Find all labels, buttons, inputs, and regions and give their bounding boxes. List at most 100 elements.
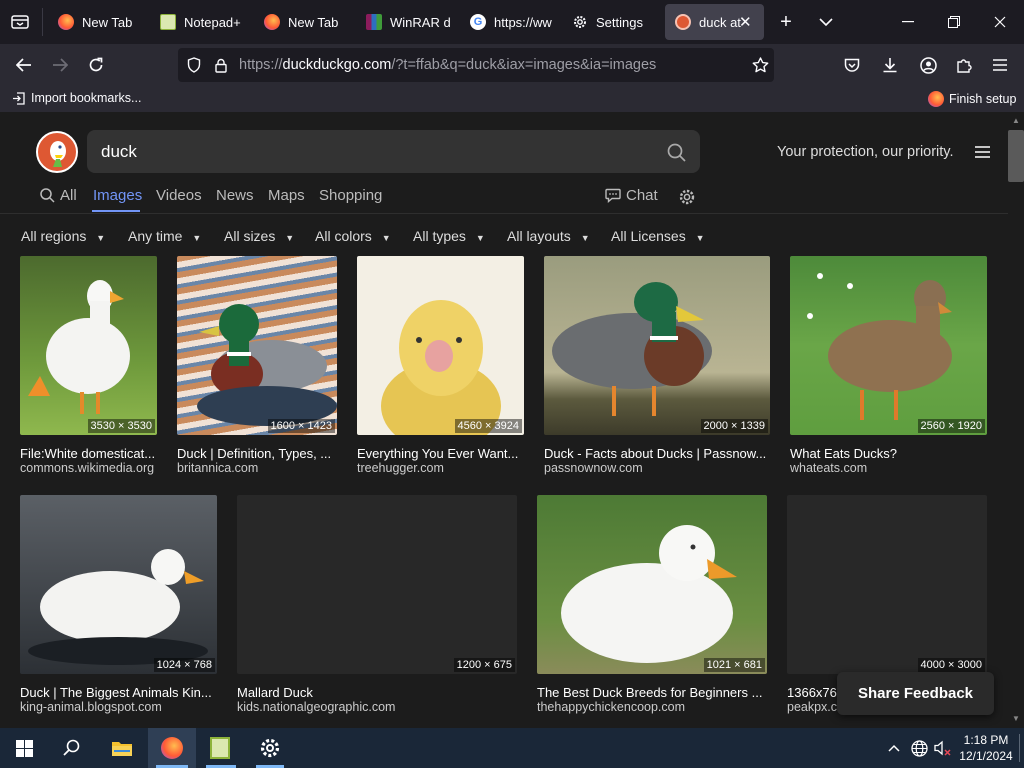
- image-result-source[interactable]: commons.wikimedia.org: [20, 461, 160, 475]
- share-feedback-button[interactable]: Share Feedback: [837, 672, 994, 715]
- image-result-source[interactable]: kids.nationalgeographic.com: [237, 700, 517, 714]
- page-scrollbar[interactable]: ▲ ▼: [1008, 112, 1024, 728]
- back-arrow-icon[interactable]: [12, 53, 36, 77]
- notepad-icon: [160, 14, 176, 30]
- restore-icon[interactable]: [942, 10, 966, 34]
- tab-all[interactable]: All: [40, 187, 77, 204]
- tab-images[interactable]: Images: [93, 187, 142, 204]
- chat-bubble-icon: [605, 188, 621, 203]
- show-desktop-button[interactable]: [1019, 734, 1020, 762]
- lock-icon[interactable]: [210, 53, 232, 77]
- filter-types[interactable]: All types ▼: [413, 228, 485, 244]
- file-explorer-icon[interactable]: [100, 732, 144, 764]
- tab-notepad[interactable]: Notepad+: [150, 4, 250, 40]
- close-window-icon[interactable]: [988, 10, 1012, 34]
- tracking-protection-shield-icon[interactable]: [182, 53, 206, 77]
- image-result-thumbnail[interactable]: 3530 × 3530: [20, 256, 157, 435]
- volume-muted-icon[interactable]: [932, 738, 954, 758]
- tab-new-tab-1[interactable]: New Tab: [48, 4, 148, 40]
- minimize-icon[interactable]: [896, 10, 920, 34]
- tab-maps[interactable]: Maps: [268, 187, 305, 204]
- filter-time[interactable]: Any time ▼: [128, 228, 201, 244]
- tab-settings[interactable]: Settings: [562, 4, 662, 40]
- image-result-title[interactable]: Duck | The Biggest Animals Kin...: [20, 685, 217, 700]
- caret-down-icon: ▼: [475, 233, 485, 243]
- filter-regions[interactable]: All regions ▼: [21, 228, 105, 244]
- image-result-source[interactable]: thehappychickencoop.com: [537, 700, 767, 714]
- google-icon: G: [470, 14, 486, 30]
- search-icon[interactable]: [664, 140, 688, 164]
- image-result-title[interactable]: The Best Duck Breeds for Beginners ...: [537, 685, 767, 700]
- forward-arrow-icon[interactable]: [48, 53, 72, 77]
- search-icon[interactable]: [52, 732, 92, 764]
- list-tabs-chevron-icon[interactable]: [814, 10, 838, 34]
- tab-winrar[interactable]: WinRAR d: [356, 4, 456, 40]
- image-result-thumbnail[interactable]: 1024 × 768: [20, 495, 217, 674]
- image-result-title[interactable]: What Eats Ducks?: [790, 446, 987, 461]
- gear-icon: [260, 738, 280, 758]
- filter-sizes[interactable]: All sizes ▼: [224, 228, 294, 244]
- account-icon[interactable]: [916, 53, 940, 77]
- image-result-title[interactable]: Duck - Facts about Ducks | Passnow...: [544, 446, 770, 461]
- duckduckgo-logo[interactable]: [36, 131, 78, 173]
- image-result-thumbnail[interactable]: 4560 × 3924: [357, 256, 524, 435]
- notepad-plus-taskbar-button[interactable]: [198, 728, 244, 768]
- firefox-icon: [928, 91, 944, 107]
- tab-overview-icon[interactable]: [6, 10, 34, 34]
- ddg-menu-icon[interactable]: [970, 140, 994, 164]
- new-tab-icon[interactable]: +: [774, 10, 798, 34]
- network-globe-icon[interactable]: [908, 738, 930, 758]
- image-result-thumbnail[interactable]: 1600 × 1423: [177, 256, 337, 435]
- extensions-icon[interactable]: [952, 53, 976, 77]
- active-tab-underline: [92, 210, 140, 212]
- windows-start-icon[interactable]: [4, 732, 44, 764]
- settings-gear-icon[interactable]: [676, 186, 698, 208]
- image-result-thumbnail[interactable]: 2000 × 1339: [544, 256, 770, 435]
- image-result-source[interactable]: britannica.com: [177, 461, 337, 475]
- tab-google[interactable]: G https://ww: [460, 4, 560, 40]
- filter-layouts[interactable]: All layouts ▼: [507, 228, 590, 244]
- reload-icon[interactable]: [84, 53, 108, 77]
- pocket-icon[interactable]: [840, 53, 864, 77]
- firefox-taskbar-button[interactable]: [148, 728, 196, 768]
- image-result-thumbnail[interactable]: 2560 × 1920: [790, 256, 987, 435]
- tab-duckduckgo[interactable]: duck at ✕: [665, 4, 764, 40]
- image-result-source[interactable]: whateats.com: [790, 461, 987, 475]
- url-bar[interactable]: https://duckduckgo.com/?t=ffab&q=duck&ia…: [178, 48, 774, 82]
- settings-taskbar-button[interactable]: [248, 728, 292, 768]
- url-text[interactable]: https://duckduckgo.com/?t=ffab&q=duck&ia…: [239, 57, 656, 73]
- filter-licenses[interactable]: All Licenses ▼: [611, 228, 705, 244]
- app-menu-icon[interactable]: [988, 53, 1012, 77]
- tab-new-tab-2[interactable]: New Tab: [254, 4, 354, 40]
- filter-colors[interactable]: All colors ▼: [315, 228, 391, 244]
- image-result-title[interactable]: Mallard Duck: [237, 685, 517, 700]
- image-result-title[interactable]: Duck | Definition, Types, ...: [177, 446, 337, 461]
- system-clock[interactable]: 1:18 PM 12/1/2024: [956, 732, 1016, 764]
- tab-videos[interactable]: Videos: [156, 187, 202, 204]
- image-result-thumbnail[interactable]: 1021 × 681: [537, 495, 767, 674]
- duckling-image: [381, 300, 501, 435]
- chevron-up-icon[interactable]: [884, 738, 904, 758]
- import-bookmarks-button[interactable]: Import bookmarks...: [12, 91, 141, 105]
- downloads-icon[interactable]: [878, 53, 902, 77]
- duckduckgo-icon: [675, 14, 691, 30]
- scroll-up-arrow-icon[interactable]: ▲: [1012, 116, 1020, 125]
- image-result-thumbnail[interactable]: 1200 × 675: [237, 495, 517, 674]
- close-tab-icon[interactable]: ✕: [739, 13, 752, 31]
- finish-setup-button[interactable]: Finish setup: [928, 91, 1016, 107]
- tab-shopping[interactable]: Shopping: [319, 187, 382, 204]
- tab-news[interactable]: News: [216, 187, 254, 204]
- bookmark-star-icon[interactable]: [748, 53, 772, 77]
- image-result-thumbnail[interactable]: 4000 × 3000: [787, 495, 987, 674]
- image-result-source[interactable]: passnownow.com: [544, 461, 770, 475]
- image-result-title[interactable]: File:White domesticat...: [20, 446, 160, 461]
- image-result-source[interactable]: king-animal.blogspot.com: [20, 700, 217, 714]
- gear-icon: [574, 16, 586, 28]
- image-result-title[interactable]: Everything You Ever Want...: [357, 446, 522, 461]
- chat-button[interactable]: Chat: [605, 187, 658, 204]
- scroll-down-arrow-icon[interactable]: ▼: [1012, 714, 1020, 723]
- scrollbar-thumb[interactable]: [1008, 130, 1024, 182]
- image-result-source[interactable]: treehugger.com: [357, 461, 522, 475]
- search-box[interactable]: [87, 130, 700, 173]
- search-input[interactable]: [99, 139, 643, 165]
